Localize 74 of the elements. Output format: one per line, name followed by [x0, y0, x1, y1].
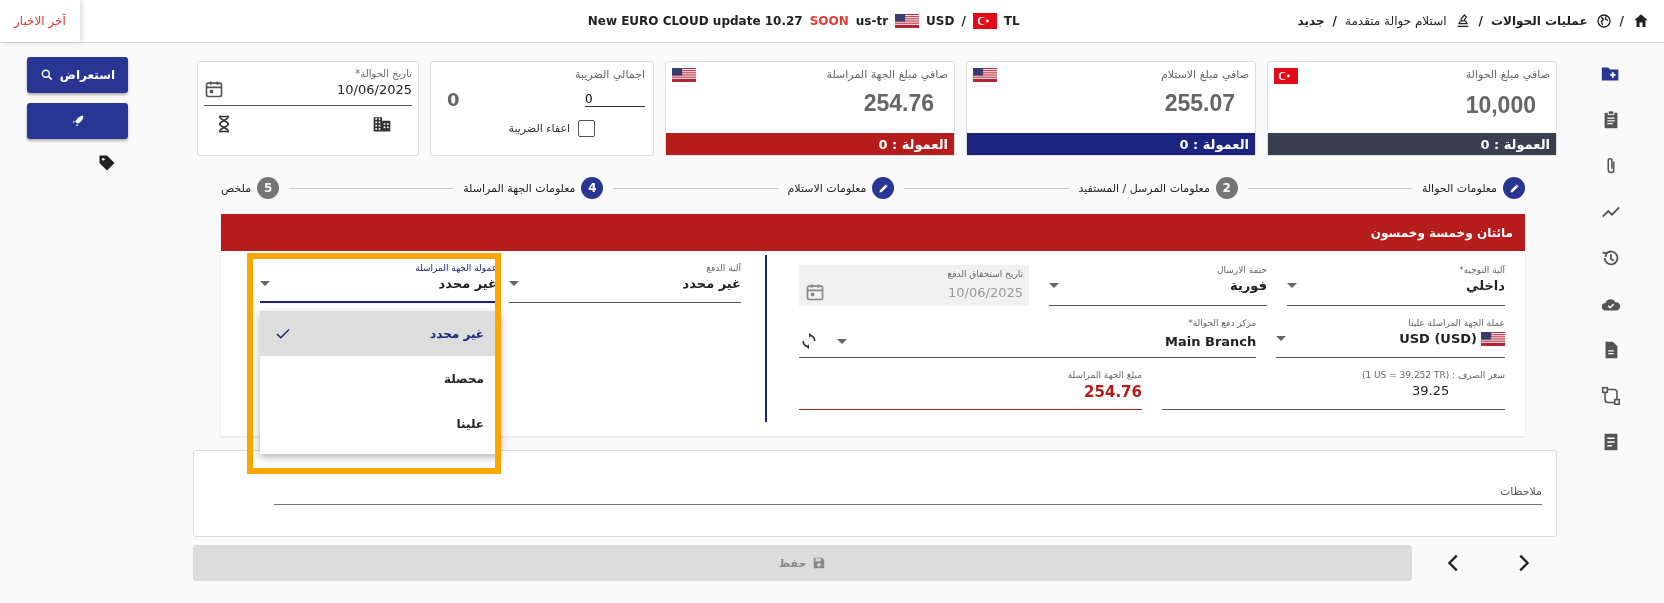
caret-icon[interactable] — [1276, 336, 1287, 341]
home-icon[interactable] — [1632, 12, 1650, 30]
commission-bar: العمولة : 0 — [666, 133, 954, 155]
field-label: مبلغ الجهة المراسلة — [1066, 370, 1142, 380]
field-value: 254.76 — [1084, 383, 1142, 401]
globe-icon — [1595, 13, 1612, 29]
card-label: صافي مبلغ الجهة المراسلة — [826, 68, 948, 82]
news-button[interactable]: آخر الاخبار — [0, 0, 80, 42]
field-value: 10/06/2025 — [948, 284, 1023, 300]
breadcrumb-separator: / — [1619, 14, 1624, 28]
field-label: عمولة الجهة المراسلة — [414, 263, 497, 273]
card-label: اجمالي الضريبة — [574, 68, 645, 81]
field-label: حنمة الارسال — [1216, 265, 1267, 275]
tax-total: 0 — [447, 89, 460, 110]
currency-label: USD — [926, 14, 955, 28]
breadcrumb-item[interactable]: جديد — [1297, 14, 1325, 28]
field-value: فورية — [1230, 278, 1267, 293]
breadcrumb-item[interactable]: عمليات الحوالات — [1490, 14, 1588, 28]
locale-label: us-tr — [855, 14, 889, 28]
notes-input[interactable]: ملاحظات — [274, 479, 1542, 505]
caret-icon[interactable] — [1049, 283, 1059, 288]
field-label: مركز دفع الحوالة* — [1187, 318, 1257, 328]
caret-icon[interactable] — [1287, 283, 1297, 288]
breadcrumb-separator: / — [1478, 14, 1483, 28]
field-label: عملة الجهة المراسلة علينا — [1407, 318, 1505, 328]
field-value: Main Branch — [1165, 333, 1257, 349]
pencil-icon — [876, 181, 890, 195]
breadcrumb-separator: / — [1332, 14, 1337, 28]
caret-icon[interactable] — [260, 281, 270, 286]
currency-label: TL — [1003, 14, 1020, 28]
field-value: غير محدد — [682, 276, 741, 291]
caret-icon[interactable] — [837, 338, 847, 344]
breadcrumb-item[interactable]: استلام حوالة متقدمة — [1344, 14, 1447, 28]
field-label: آلية التوجيه* — [1458, 265, 1505, 275]
select-field[interactable]: عمولة الجهة المراسلة غير محدد — [260, 263, 497, 303]
input-field[interactable]: 0 — [585, 92, 645, 107]
amount-value: 255.07 — [1164, 90, 1235, 116]
commission-bar: العمولة : 0 — [967, 133, 1255, 155]
preview-button[interactable]: استعراض — [27, 57, 128, 93]
refresh-icon[interactable] — [799, 331, 819, 351]
date-value[interactable]: 10/06/2025 — [337, 81, 412, 97]
caret-icon[interactable] — [509, 281, 519, 286]
field-label: آلية الدفع — [705, 263, 741, 273]
card-label: صافي مبلغ الحوالة — [1465, 68, 1550, 83]
field-label: تاريخ الحوالة* — [354, 68, 412, 79]
field-value: 39.25 — [1412, 383, 1450, 398]
amount-value: 254.76 — [863, 90, 934, 116]
checkbox-label: اعفاء الضريبة — [508, 122, 570, 135]
update-text: New EURO CLOUD update 10.27 — [587, 14, 803, 28]
field-label: (1 US = 39.252 TR) : سعر الصرف — [1360, 370, 1505, 380]
commission-bar: العمولة : 0 — [1268, 133, 1556, 155]
tag-icon[interactable] — [97, 153, 117, 173]
route-icon[interactable] — [1599, 385, 1622, 407]
step[interactable]: معلومات الاستلام — [787, 177, 895, 199]
notes-field[interactable]: ملاحظات — [193, 450, 1557, 537]
checkbox[interactable] — [578, 120, 595, 137]
card-label: صافي مبلغ الاستلام — [1160, 68, 1249, 82]
field-value: غير محدد — [438, 276, 497, 291]
field-value: داخلي — [1466, 278, 1505, 293]
step[interactable]: معلومات الحوالة — [1421, 177, 1525, 199]
separator: / — [961, 14, 966, 28]
panel-title: مائتان وخمسة وخمسون — [1370, 225, 1513, 240]
save-icon — [812, 556, 827, 570]
select-field[interactable]: آلية الدفع غير محدد — [509, 263, 741, 303]
building-icon[interactable] — [372, 114, 392, 134]
select-field[interactable]: حنمة الارسال فورية — [1049, 265, 1267, 306]
soon-label: SOON — [809, 14, 849, 28]
field-label: تاريخ استحقاق الدفع — [946, 269, 1023, 279]
select-field[interactable]: آلية التوجيه* داخلي — [1287, 265, 1505, 306]
amount-value: 10,000 — [1465, 92, 1536, 118]
search-icon — [39, 68, 54, 82]
calendar-icon[interactable] — [204, 79, 224, 99]
field-value: USD (USD) — [1399, 331, 1477, 346]
pencil-icon — [1507, 181, 1521, 195]
